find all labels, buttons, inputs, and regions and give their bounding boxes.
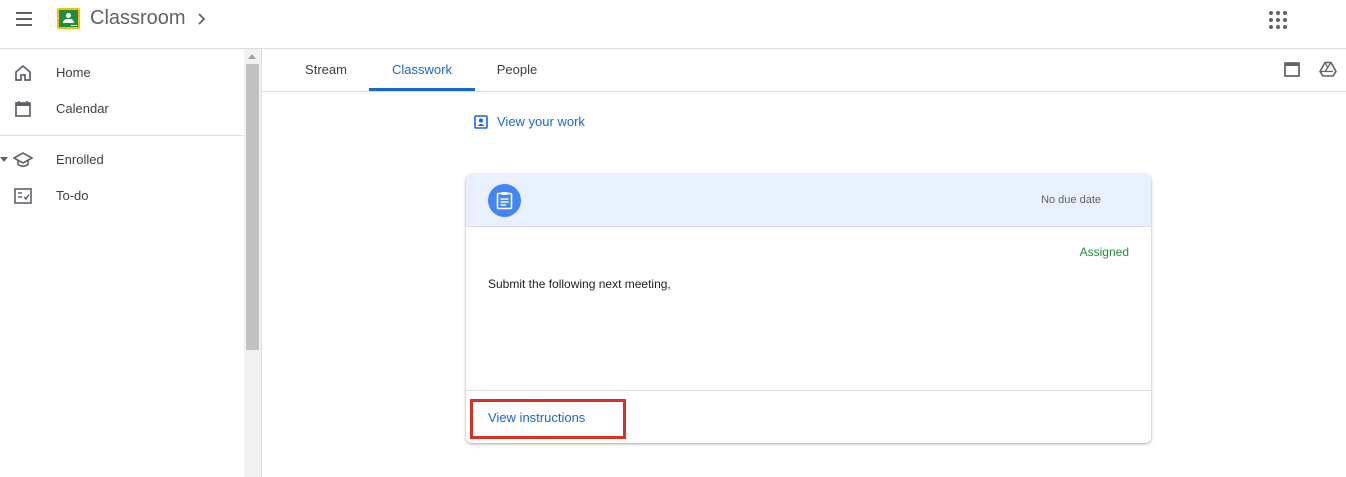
sidebar-item-todo[interactable]: To-do bbox=[0, 178, 244, 214]
drive-icon[interactable] bbox=[1319, 60, 1337, 78]
tab-label: Classwork bbox=[392, 62, 452, 77]
home-icon bbox=[15, 64, 31, 81]
sidebar-scrollbar[interactable] bbox=[244, 49, 261, 477]
todo-checklist-icon bbox=[14, 188, 32, 204]
assignment-card[interactable]: No due date Assigned Submit the followin… bbox=[466, 174, 1151, 443]
calendar-icon[interactable] bbox=[1283, 60, 1301, 78]
assignment-ind-icon bbox=[474, 115, 488, 129]
chevron-right-icon bbox=[198, 13, 206, 25]
status-badge: Assigned bbox=[1079, 245, 1129, 259]
classroom-logo[interactable] bbox=[57, 8, 80, 29]
tab-stream[interactable]: Stream bbox=[290, 49, 362, 91]
sidebar-item-home[interactable]: Home bbox=[0, 55, 244, 91]
calendar-icon bbox=[15, 101, 31, 117]
sidebar-item-label: To-do bbox=[56, 188, 89, 203]
sidebar: Home Calendar Enrolled To-do bbox=[0, 49, 262, 477]
menu-icon[interactable] bbox=[12, 9, 36, 29]
assignment-description: Submit the following next meeting, bbox=[488, 277, 671, 291]
sidebar-item-label: Calendar bbox=[56, 101, 109, 116]
tab-people[interactable]: People bbox=[484, 49, 550, 91]
tab-classwork[interactable]: Classwork bbox=[369, 49, 475, 91]
sidebar-item-enrolled[interactable]: Enrolled bbox=[0, 142, 244, 178]
view-your-work-label: View your work bbox=[497, 114, 585, 129]
scroll-up-arrow-icon[interactable] bbox=[248, 54, 256, 59]
tab-label: People bbox=[496, 62, 538, 77]
due-date-text: No due date bbox=[1041, 194, 1101, 206]
view-instructions-link[interactable]: View instructions bbox=[488, 410, 585, 425]
tab-label: Stream bbox=[305, 62, 347, 77]
class-tabs: Stream Classwork People bbox=[262, 49, 1346, 92]
card-header: No due date bbox=[466, 174, 1151, 227]
top-app-bar: Classroom bbox=[0, 0, 1346, 49]
scrollbar-thumb[interactable] bbox=[246, 64, 259, 350]
sidebar-item-label: Enrolled bbox=[56, 152, 104, 167]
sidebar-item-label: Home bbox=[56, 65, 91, 80]
sidebar-item-calendar[interactable]: Calendar bbox=[0, 91, 244, 127]
graduation-cap-icon bbox=[13, 152, 33, 168]
app-title[interactable]: Classroom bbox=[90, 7, 186, 30]
assignment-icon bbox=[488, 184, 521, 217]
apps-grid-icon[interactable] bbox=[1268, 10, 1288, 30]
sidebar-divider bbox=[0, 135, 244, 136]
card-footer: View instructions bbox=[466, 390, 1151, 443]
